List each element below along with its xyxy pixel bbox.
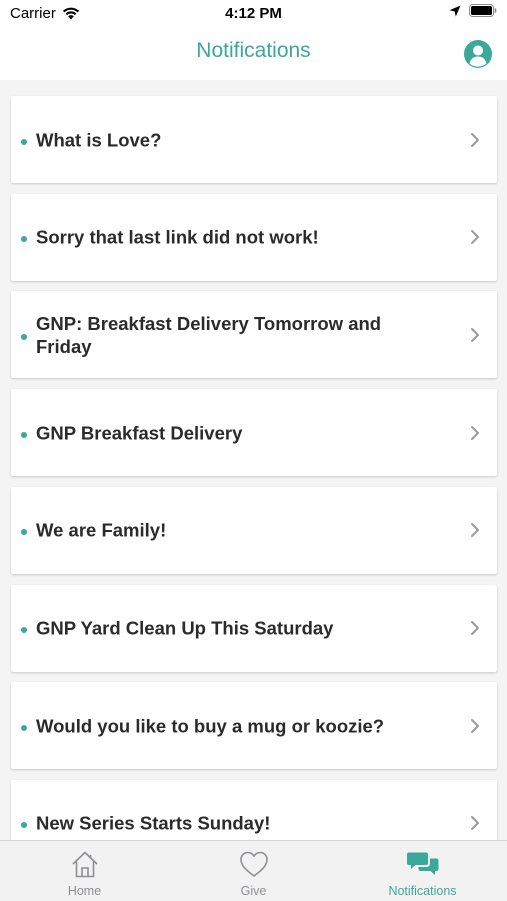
chevron-right-icon bbox=[471, 230, 479, 245]
notification-item[interactable]: We are Family! bbox=[11, 486, 497, 574]
page-title: Notifications bbox=[196, 39, 311, 62]
notification-item[interactable]: Sorry that last link did not work! bbox=[11, 193, 497, 281]
notification-title: New Series Starts Sunday! bbox=[36, 812, 271, 834]
notification-title: We are Family! bbox=[36, 519, 167, 541]
unread-dot bbox=[21, 529, 27, 536]
unread-dot bbox=[21, 724, 27, 731]
notification-item[interactable]: GNP: Breakfast Delivery Tomorrow and Fri… bbox=[11, 291, 497, 379]
notification-item[interactable]: GNP Yard Clean Up This Saturday bbox=[11, 584, 497, 672]
unread-dot bbox=[21, 138, 27, 145]
tab-give[interactable]: Give bbox=[169, 841, 338, 901]
home-icon bbox=[71, 851, 98, 878]
location-arrow-icon bbox=[449, 5, 461, 16]
unread-dot bbox=[21, 431, 27, 438]
unread-dot bbox=[21, 822, 27, 829]
nav-bar: Notifications bbox=[0, 28, 507, 80]
status-right bbox=[449, 4, 497, 17]
notification-title: Sorry that last link did not work! bbox=[36, 226, 319, 248]
notification-title: GNP Yard Clean Up This Saturday bbox=[36, 617, 334, 639]
chevron-right-icon bbox=[471, 816, 479, 831]
chevron-right-icon bbox=[471, 621, 479, 635]
chevron-right-icon bbox=[471, 327, 479, 342]
heart-icon bbox=[239, 851, 268, 877]
status-bar: Carrier 4:12 PM bbox=[0, 0, 507, 28]
tab-give-label: Give bbox=[240, 884, 267, 898]
notification-title: Would you like to buy a mug or koozie? bbox=[36, 715, 385, 737]
notification-title: What is Love? bbox=[36, 129, 162, 150]
tab-notifications-label: Notifications bbox=[388, 884, 457, 898]
chat-bubbles-icon bbox=[406, 852, 438, 875]
chevron-right-icon bbox=[471, 718, 479, 733]
chevron-right-icon bbox=[471, 523, 479, 538]
profile-button[interactable] bbox=[463, 39, 493, 69]
unread-dot bbox=[21, 333, 27, 340]
tab-home[interactable]: Home bbox=[0, 841, 169, 901]
unread-dot bbox=[21, 627, 27, 633]
user-circle-icon bbox=[464, 40, 492, 68]
battery-icon bbox=[469, 4, 497, 17]
notification-title: GNP: Breakfast Delivery Tomorrow and Fri… bbox=[36, 312, 382, 357]
tab-home-label: Home bbox=[67, 884, 102, 898]
notification-title: GNP Breakfast Delivery bbox=[36, 422, 243, 444]
chevron-right-icon bbox=[471, 132, 479, 147]
notifications-list[interactable]: What is Love? Sorry that last link did no… bbox=[0, 80, 507, 840]
notification-item[interactable]: What is Love? bbox=[11, 96, 497, 183]
notification-item[interactable]: Would you like to buy a mug or koozie? bbox=[11, 682, 497, 770]
tab-bar: Home Give Notifications bbox=[0, 840, 507, 901]
status-time: 4:12 PM bbox=[225, 5, 282, 22]
notification-item[interactable]: GNP Breakfast Delivery bbox=[11, 389, 497, 477]
notification-item[interactable]: New Series Starts Sunday! bbox=[11, 779, 497, 840]
tab-notifications[interactable]: Notifications bbox=[338, 841, 507, 901]
unread-dot bbox=[21, 236, 27, 243]
chevron-right-icon bbox=[471, 425, 479, 440]
